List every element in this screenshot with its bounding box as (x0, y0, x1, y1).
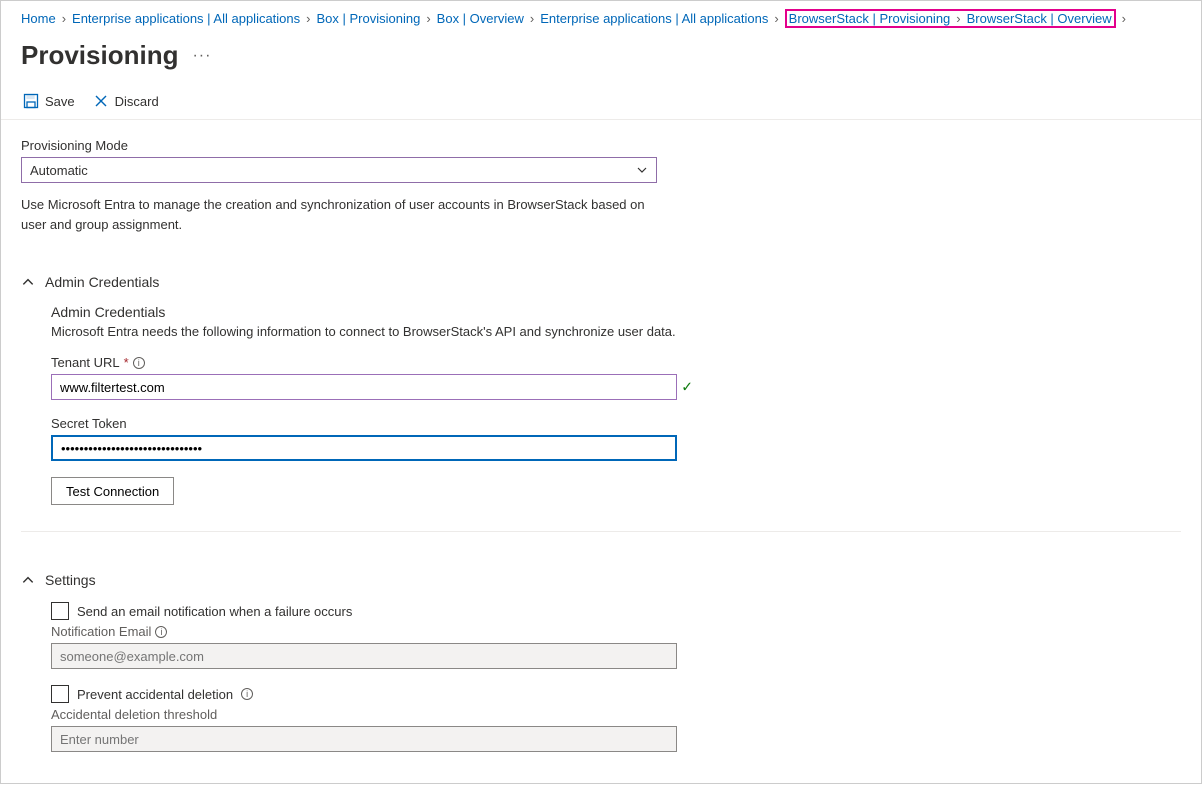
close-icon (93, 93, 109, 109)
prevent-deletion-checkbox[interactable] (51, 685, 69, 703)
deletion-threshold-label: Accidental deletion threshold (51, 707, 701, 722)
admin-credentials-toggle[interactable]: Admin Credentials (21, 274, 1181, 290)
deletion-threshold-input[interactable] (51, 726, 677, 752)
breadcrumb: Home › Enterprise applications | All app… (1, 1, 1201, 36)
save-label: Save (45, 94, 75, 109)
admin-credentials-section: Admin Credentials Admin Credentials Micr… (21, 274, 1181, 532)
breadcrumb-highlight: BrowserStack | Provisioning › BrowserSta… (785, 9, 1116, 28)
notification-email-label: Notification Email i (51, 624, 701, 639)
provisioning-mode-help: Use Microsoft Entra to manage the creati… (21, 195, 661, 234)
admin-credentials-subhead: Admin Credentials (51, 304, 701, 320)
chevron-right-icon: › (426, 11, 430, 26)
info-icon[interactable]: i (133, 357, 145, 369)
discard-button[interactable]: Discard (93, 93, 159, 109)
chevron-right-icon: › (956, 11, 960, 26)
breadcrumb-link[interactable]: BrowserStack | Overview (967, 11, 1112, 26)
email-notification-checkbox[interactable] (51, 602, 69, 620)
breadcrumb-link[interactable]: Box | Provisioning (317, 11, 421, 26)
breadcrumb-link[interactable]: BrowserStack | Provisioning (789, 11, 951, 26)
page-title: Provisioning (21, 40, 178, 71)
email-notification-label: Send an email notification when a failur… (77, 604, 352, 619)
chevron-right-icon: › (1122, 11, 1126, 26)
discard-label: Discard (115, 94, 159, 109)
chevron-right-icon: › (774, 11, 778, 26)
save-icon (23, 93, 39, 109)
chevron-up-icon (21, 573, 35, 587)
provisioning-mode-select[interactable]: Automatic (21, 157, 657, 183)
settings-toggle[interactable]: Settings (21, 572, 1181, 588)
section-title: Admin Credentials (45, 274, 159, 290)
save-button[interactable]: Save (23, 93, 75, 109)
chevron-up-icon (21, 275, 35, 289)
settings-section: Settings Send an email notification when… (21, 572, 1181, 794)
tenant-url-label: Tenant URL * i (51, 355, 701, 370)
breadcrumb-link[interactable]: Enterprise applications | All applicatio… (72, 11, 300, 26)
breadcrumb-link[interactable]: Home (21, 11, 56, 26)
toolbar: Save Discard (1, 87, 1201, 120)
required-indicator: * (124, 355, 129, 370)
tenant-url-input[interactable] (51, 374, 677, 400)
provisioning-mode-label: Provisioning Mode (21, 138, 1181, 153)
info-icon[interactable]: i (241, 688, 253, 700)
notification-email-input[interactable] (51, 643, 677, 669)
chevron-right-icon: › (62, 11, 66, 26)
chevron-right-icon: › (306, 11, 310, 26)
breadcrumb-link[interactable]: Enterprise applications | All applicatio… (540, 11, 768, 26)
section-title: Settings (45, 572, 96, 588)
provisioning-mode-value: Automatic (30, 163, 88, 178)
secret-token-input[interactable] (51, 435, 677, 461)
chevron-down-icon (636, 164, 648, 176)
admin-credentials-desc: Microsoft Entra needs the following info… (51, 324, 701, 339)
secret-token-label: Secret Token (51, 416, 701, 431)
more-actions-button[interactable]: ··· (192, 47, 211, 65)
breadcrumb-link[interactable]: Box | Overview (437, 11, 524, 26)
checkmark-icon: ✓ (681, 379, 693, 396)
prevent-deletion-label: Prevent accidental deletion (77, 687, 233, 702)
test-connection-button[interactable]: Test Connection (51, 477, 174, 505)
info-icon[interactable]: i (155, 626, 167, 638)
chevron-right-icon: › (530, 11, 534, 26)
